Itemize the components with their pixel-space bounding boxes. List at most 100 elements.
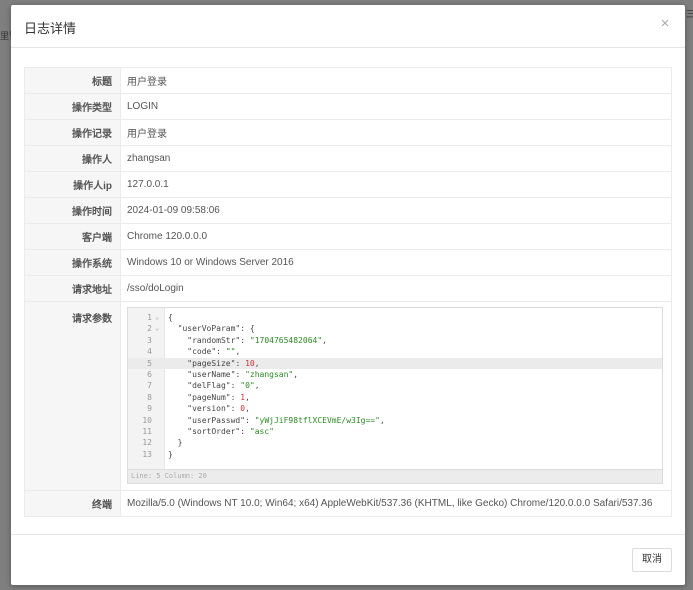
code-token: "yWjJiF98tflXCEVmE/w3Ig==": [254, 415, 380, 425]
row-label: 操作类型: [24, 93, 121, 120]
code-text: "version": 0,: [168, 403, 250, 414]
row-label: 客户端: [24, 223, 121, 250]
row-label: 操作系统: [24, 249, 121, 276]
code-token: :: [230, 381, 241, 391]
dialog-title: 日志详情: [24, 21, 77, 36]
row-value: 1 ⌄{2 ⌄ "userVoParam": {3 "randomStr": "17…: [120, 301, 672, 491]
code-text: {: [168, 312, 173, 323]
code-token: ,: [245, 392, 250, 402]
row-value: Mozilla/5.0 (Windows NT 10.0; Win64; x64…: [120, 490, 672, 517]
row-label: 操作人ip: [24, 171, 121, 198]
code-line: 7 "delFlag": "0",: [128, 380, 662, 391]
line-number: 4: [147, 347, 152, 357]
cancel-button[interactable]: 取消: [632, 548, 672, 572]
row-label: 操作记录: [24, 119, 121, 146]
code-token: 10: [245, 358, 255, 368]
editor-status-bar: Line: 5 Column: 20: [128, 469, 662, 483]
dialog-header: 日志详情 ×: [11, 5, 685, 48]
close-icon[interactable]: ×: [657, 16, 673, 32]
code-token: ,: [254, 381, 260, 391]
code-token: :: [240, 427, 250, 436]
code-token: ,: [235, 347, 241, 357]
code-token: "zhangsan": [245, 370, 294, 379]
code-text: "sortOrder": "asc": [168, 426, 274, 437]
detail-row: 客户端 Chrome 120.0.0.0: [24, 223, 672, 250]
dialog-footer: 取消: [11, 534, 685, 585]
code-token: "asc": [249, 427, 274, 436]
code-token: "userPasswd": [168, 415, 246, 425]
row-value: zhangsan: [120, 145, 672, 172]
code-token: :: [230, 392, 241, 402]
row-label: 操作时间: [24, 197, 121, 224]
code-text: }: [168, 437, 183, 448]
code-token: :: [240, 335, 250, 345]
detail-row-terminal: 终端 Mozilla/5.0 (Windows NT 10.0; Win64; x…: [24, 490, 672, 517]
code-token: "version": [168, 404, 231, 414]
line-number: 6: [147, 370, 152, 379]
row-value: Windows 10 or Windows Server 2016: [120, 249, 672, 276]
code-line: 6 "userName": "zhangsan",: [128, 369, 662, 380]
code-line: 13}: [128, 449, 662, 460]
fold-chevron-icon[interactable]: ⌄: [155, 323, 159, 334]
code-text: "randomStr": "1704765482064",: [168, 335, 327, 346]
code-token: : {: [240, 324, 255, 334]
row-value: Chrome 120.0.0.0: [120, 223, 672, 250]
detail-row: 操作系统 Windows 10 or Windows Server 2016: [24, 249, 672, 276]
code-token: "userVoParam": [168, 324, 241, 334]
row-label: 请求地址: [24, 275, 121, 302]
line-number: 2: [147, 324, 152, 334]
code-token: ,: [245, 404, 250, 414]
line-number: 5: [147, 358, 152, 368]
line-number: 7: [147, 381, 152, 391]
code-token: "pageNum": [168, 392, 231, 402]
code-line: 3 "randomStr": "1704765482064",: [128, 335, 662, 346]
code-token: :: [216, 347, 226, 357]
line-number: 1: [147, 313, 152, 322]
fold-chevron-icon[interactable]: ⌄: [155, 312, 159, 323]
line-number: 10: [142, 415, 152, 425]
code-text: "pageSize": 10,: [168, 358, 259, 369]
row-label: 终端: [24, 490, 121, 517]
code-token: "userName": [168, 370, 236, 379]
detail-row: 操作类型 LOGIN: [24, 93, 672, 120]
log-detail-dialog: 日志详情 × 标题 用户登录 操作类型 LOGIN 操作记录 用户登录 操作人 zhangsa…: [11, 5, 685, 585]
code-line: 12 }: [128, 437, 662, 448]
row-value: 用户登录: [120, 67, 672, 94]
code-token: "code": [168, 347, 217, 357]
code-token: "randomStr": [168, 335, 241, 345]
detail-row: 操作人 zhangsan: [24, 145, 672, 172]
code-token: ,: [379, 415, 385, 425]
row-value: /sso/doLogin: [120, 275, 672, 302]
code-token: :: [235, 370, 246, 379]
detail-row: 请求地址/sso/doLogin: [24, 275, 672, 302]
code-token: "pageSize": [168, 358, 236, 368]
code-token: }: [168, 449, 173, 459]
row-value: LOGIN: [120, 93, 672, 120]
code-line: 4 "code": "",: [128, 346, 662, 357]
code-text: "userName": "zhangsan",: [168, 369, 298, 380]
row-value: 127.0.0.1: [120, 171, 672, 198]
code-line: 9 "version": 0,: [128, 403, 662, 414]
row-label: 请求参数: [24, 301, 121, 491]
line-number: 3: [147, 335, 152, 345]
detail-row: 操作记录 用户登录: [24, 119, 672, 146]
background-text-right: 三: [686, 9, 693, 19]
code-text: "delFlag": "0",: [168, 380, 260, 391]
code-line: 2 ⌄ "userVoParam": {: [128, 323, 662, 334]
detail-table: 标题 用户登录 操作类型 LOGIN 操作记录 用户登录 操作人 zhangsan 操作人ip 1…: [24, 67, 672, 517]
line-number: 12: [142, 438, 152, 448]
code-text: "pageNum": 1,: [168, 392, 250, 403]
code-token: "delFlag": [168, 381, 231, 391]
code-token: }: [168, 438, 183, 448]
code-line: 11 "sortOrder": "asc": [128, 426, 662, 437]
detail-row: 操作时间 2024-01-09 09:58:06: [24, 197, 672, 224]
code-token: ,: [293, 370, 299, 379]
detail-row-params: 请求参数 1 ⌄{2 ⌄ "userVoParam": {3 "randomStr":…: [24, 301, 672, 491]
line-number: 13: [142, 449, 152, 459]
code-line: 1 ⌄ {: [128, 312, 662, 323]
row-value: 2024-01-09 09:58:06: [120, 197, 672, 224]
json-editor[interactable]: 1 ⌄{2 ⌄ "userVoParam": {3 "randomStr": "17…: [127, 307, 663, 484]
code-text: "code": "",: [168, 346, 240, 357]
code-token: :: [230, 404, 241, 414]
line-number: 8: [147, 392, 152, 402]
